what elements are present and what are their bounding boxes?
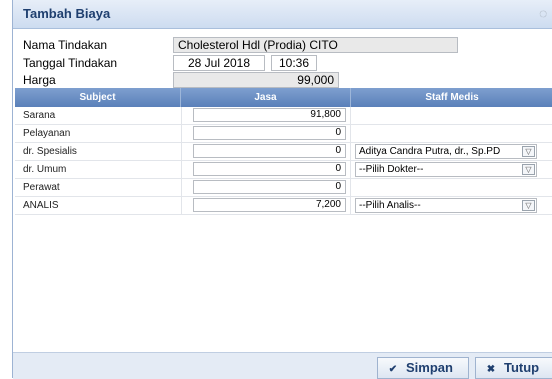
row-subject: Pelayanan	[23, 128, 71, 139]
row-subject: dr. Umum	[23, 164, 67, 175]
table-row: Pelayanan 0	[15, 125, 552, 143]
tanggal-time-field[interactable]: 10:36	[271, 55, 317, 71]
table-row: dr. Umum 0 --Pilih Dokter-- ▽	[15, 161, 552, 179]
check-icon: ✔	[388, 364, 398, 375]
biaya-grid: Subject Jasa Staff Medis Sarana 91,800 P…	[15, 88, 552, 215]
chevron-down-icon[interactable]: ▽	[522, 200, 535, 211]
analis-select[interactable]: --Pilih Analis-- ▽	[355, 198, 537, 213]
close-icon[interactable]: ◌	[539, 5, 552, 21]
jasa-input[interactable]: 0	[193, 144, 346, 158]
table-row: dr. Spesialis 0 Aditya Candra Putra, dr.…	[15, 143, 552, 161]
dokter-select[interactable]: --Pilih Dokter-- ▽	[355, 162, 537, 177]
row-subject: dr. Spesialis	[23, 146, 77, 157]
header-staff-medis: Staff Medis	[425, 92, 479, 103]
analis-select-value: --Pilih Analis--	[359, 200, 421, 211]
grid-header: Subject Jasa Staff Medis	[15, 88, 552, 107]
nama-tindakan-field[interactable]: Cholesterol Hdl (Prodia) CITO	[173, 37, 458, 53]
tanggal-date-field[interactable]: 28 Jul 2018	[173, 55, 265, 71]
header-jasa: Jasa	[181, 88, 351, 107]
table-row: ANALIS 7,200 --Pilih Analis-- ▽	[15, 197, 552, 215]
tanggal-tindakan-label: Tanggal Tindakan	[23, 56, 118, 70]
dialog-title: Tambah Biaya	[23, 6, 111, 21]
harga-field: 99,000	[173, 72, 339, 88]
harga-label: Harga	[23, 73, 56, 87]
chevron-down-icon[interactable]: ▽	[522, 164, 535, 175]
jasa-input[interactable]: 0	[193, 162, 346, 176]
table-row: Sarana 91,800	[15, 107, 552, 125]
dialog-footer	[13, 352, 552, 379]
x-icon: ✖	[486, 364, 496, 375]
jasa-input[interactable]: 0	[193, 126, 346, 140]
table-row: Perawat 0	[15, 179, 552, 197]
header-subject: Subject	[15, 88, 181, 107]
dokter-select-value: --Pilih Dokter--	[359, 164, 424, 175]
staff-select[interactable]: Aditya Candra Putra, dr., Sp.PD ▽	[355, 144, 537, 159]
jasa-input[interactable]: 91,800	[193, 108, 346, 122]
tutup-label: Tutup	[504, 360, 540, 375]
row-subject: Perawat	[23, 182, 60, 193]
staff-select-value: Aditya Candra Putra, dr., Sp.PD	[359, 146, 501, 157]
jasa-input[interactable]: 0	[193, 180, 346, 194]
chevron-down-icon[interactable]: ▽	[522, 146, 535, 157]
row-subject: ANALIS	[23, 200, 59, 211]
row-subject: Sarana	[23, 110, 56, 121]
jasa-input[interactable]: 7,200	[193, 198, 346, 212]
simpan-label: Simpan	[406, 360, 453, 375]
simpan-button[interactable]: ✔ Simpan	[377, 357, 469, 379]
nama-tindakan-label: Nama Tindakan	[23, 38, 108, 52]
dialog-titlebar: Tambah Biaya ◌	[13, 0, 552, 29]
tutup-button[interactable]: ✖ Tutup	[475, 357, 552, 379]
tambah-biaya-dialog: Tambah Biaya ◌ Nama Tindakan Cholesterol…	[12, 0, 552, 379]
